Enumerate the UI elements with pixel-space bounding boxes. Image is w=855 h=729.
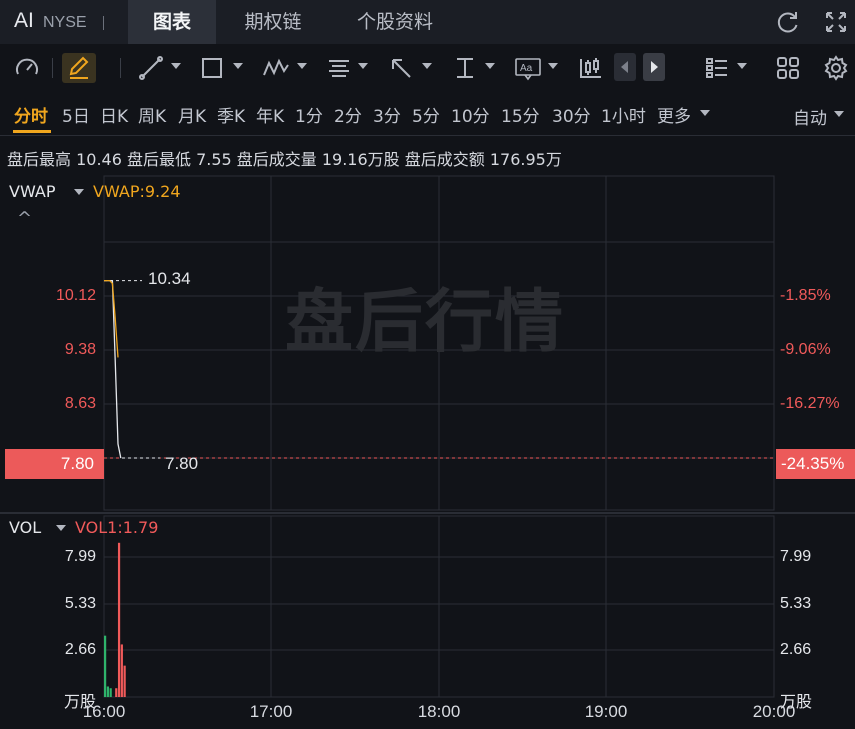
current-price-badge: 7.80 — [5, 449, 104, 479]
grid-layout-icon[interactable] — [775, 55, 801, 81]
volume-axis-label: 5.33 — [64, 595, 96, 612]
fullscreen-icon[interactable] — [823, 9, 849, 35]
text-box-icon[interactable]: Aa — [514, 55, 542, 81]
volume-axis-label: 2.66 — [780, 641, 812, 658]
arrow-tool-icon[interactable] — [388, 55, 414, 81]
period-tab[interactable]: 周K — [138, 102, 166, 127]
price-series — [104, 279, 122, 459]
volume-bar — [123, 665, 126, 697]
after-hours-stats: 盘后最高 10.46 盘后最低 7.55 盘后成交量 19.16万股 盘后成交额… — [7, 150, 562, 169]
pct-axis-label: -1.85% — [780, 287, 831, 304]
chevron-down-icon[interactable] — [233, 63, 243, 69]
period-tab[interactable]: 5日 — [62, 102, 90, 127]
wave-tool-icon[interactable] — [262, 55, 290, 81]
next-icon[interactable] — [643, 53, 665, 81]
price-axis-label: 8.63 — [64, 395, 96, 412]
price-axis-label: 9.38 — [64, 341, 96, 358]
period-tab[interactable]: 15分 — [501, 102, 540, 127]
volume-bar — [115, 688, 118, 697]
prev-icon[interactable] — [614, 53, 636, 81]
time-axis-label: 17:00 — [249, 702, 293, 721]
volume-axis-label: 5.33 — [780, 595, 812, 612]
volume-bar — [117, 542, 121, 697]
period-tab[interactable]: 月K — [178, 102, 206, 127]
period-tab[interactable]: 3分 — [373, 102, 401, 127]
pct-axis-label: -9.06% — [780, 341, 831, 358]
text-align-tool-icon[interactable] — [326, 55, 352, 81]
exchange-label: NYSE — [43, 14, 87, 31]
chevron-down-icon[interactable] — [56, 525, 66, 531]
tab-chart[interactable]: 图表 — [128, 0, 216, 44]
chart-grid — [0, 175, 855, 698]
tab-options-chain[interactable]: 期权链 — [227, 0, 319, 44]
settings-icon[interactable] — [823, 55, 849, 81]
list-layout-icon[interactable] — [704, 55, 730, 81]
volume-bar — [106, 686, 109, 697]
chevron-down-icon[interactable] — [548, 63, 558, 69]
time-axis-label: 20:00 — [752, 702, 796, 721]
time-axis-label: 18:00 — [417, 702, 461, 721]
header-divider — [103, 16, 104, 30]
collapse-icon[interactable]: ^ — [17, 208, 32, 229]
period-tab[interactable]: 日K — [100, 102, 128, 127]
chevron-down-icon[interactable] — [74, 189, 84, 195]
price-axis-label: 10.12 — [55, 287, 96, 304]
volume-bar — [104, 635, 107, 697]
period-tab[interactable]: 年K — [256, 102, 284, 127]
period-tab[interactable]: 分时 — [14, 102, 48, 127]
period-tab[interactable]: 2分 — [334, 102, 362, 127]
period-tab[interactable]: 5分 — [412, 102, 440, 127]
volume-axis-label: 2.66 — [64, 641, 96, 658]
tab-company-profile[interactable]: 个股资料 — [340, 0, 450, 44]
chevron-down-icon[interactable] — [700, 110, 710, 116]
scale-mode-dropdown[interactable]: 自动 — [793, 104, 827, 129]
volume-bars — [104, 542, 126, 697]
volume-indicator-name[interactable]: VOL — [9, 518, 41, 537]
high-marker-label: 10.34 — [148, 269, 191, 288]
toolbar-divider — [52, 58, 53, 78]
time-axis-label: 16:00 — [82, 702, 126, 721]
toolbar-divider — [120, 58, 121, 78]
pct-axis-label: -16.27% — [780, 395, 840, 412]
rectangle-tool-icon[interactable] — [199, 55, 225, 81]
ticker-symbol: AI — [14, 9, 34, 32]
chevron-down-icon[interactable] — [737, 63, 747, 69]
volume-axis-label: 7.99 — [780, 548, 812, 565]
line-tool-icon[interactable] — [138, 55, 164, 81]
volume-panel-frame — [103, 515, 775, 698]
active-period-underline — [13, 130, 51, 133]
chevron-down-icon[interactable] — [485, 63, 495, 69]
period-tab[interactable]: 1小时 — [601, 102, 646, 127]
chevron-down-icon[interactable] — [171, 63, 181, 69]
pencil-icon[interactable] — [62, 53, 96, 83]
volume-value: VOL1:1.79 — [75, 518, 159, 537]
volume-axis-label: 7.99 — [64, 548, 96, 565]
period-tab[interactable]: 季K — [217, 102, 245, 127]
indicator-name[interactable]: VWAP — [9, 182, 55, 201]
current-pct-badge: -24.35% — [776, 449, 855, 479]
vwap-line — [104, 279, 119, 358]
volume-bar — [109, 688, 112, 697]
chevron-down-icon[interactable] — [834, 111, 844, 117]
chevron-down-icon[interactable] — [297, 63, 307, 69]
period-tab[interactable]: 30分 — [552, 102, 591, 127]
svg-text:Aa: Aa — [520, 63, 533, 74]
vertical-measure-icon[interactable] — [452, 55, 478, 81]
header-bar: AI NYSE 图表 期权链 个股资料 — [0, 0, 855, 44]
gauge-icon[interactable] — [14, 55, 40, 81]
vwap-value: VWAP:9.24 — [93, 182, 181, 201]
chevron-down-icon[interactable] — [422, 63, 432, 69]
low-marker-label: 7.80 — [165, 454, 199, 473]
volume-bar — [120, 644, 123, 697]
time-axis-label: 19:00 — [584, 702, 628, 721]
refresh-icon[interactable] — [775, 9, 801, 35]
watermark: 盘后行情 — [285, 283, 566, 362]
candlestick-icon[interactable] — [578, 55, 604, 81]
more-periods-dropdown[interactable]: 更多 — [657, 102, 691, 127]
price-line — [104, 279, 122, 459]
chevron-down-icon[interactable] — [358, 63, 368, 69]
period-tab[interactable]: 1分 — [295, 102, 323, 127]
period-tab[interactable]: 10分 — [451, 102, 490, 127]
